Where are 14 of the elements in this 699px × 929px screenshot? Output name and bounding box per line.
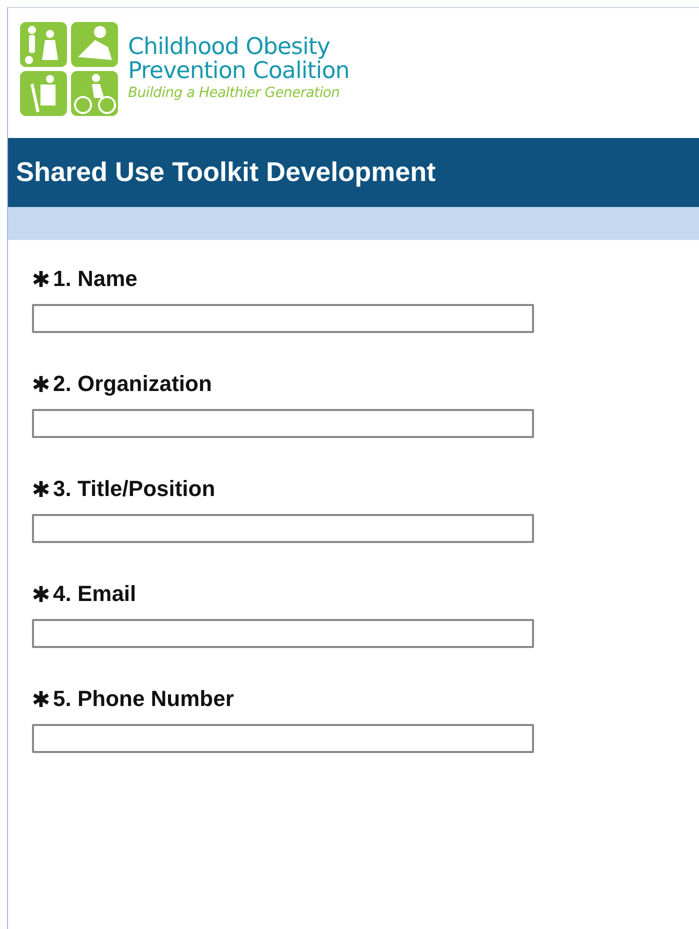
input-field[interactable] (32, 409, 534, 438)
question-label: 3. Title/Position (53, 476, 216, 502)
question-label: 5. Phone Number (53, 686, 234, 712)
input-field[interactable] (32, 619, 534, 648)
form-title: Shared Use Toolkit Development (16, 157, 436, 188)
input-field[interactable] (32, 514, 534, 543)
input-field[interactable] (32, 724, 534, 753)
question-label: 2. Organization (53, 371, 212, 397)
question-label: 1. Name (53, 266, 138, 292)
input-field[interactable] (32, 304, 534, 333)
organization-name: Prevention Coalition (128, 59, 350, 83)
tagline: Building a Healthier Generation (128, 84, 341, 103)
question-label: 4. Email (53, 581, 136, 607)
organization-name: Childhood Obesity (128, 35, 332, 59)
